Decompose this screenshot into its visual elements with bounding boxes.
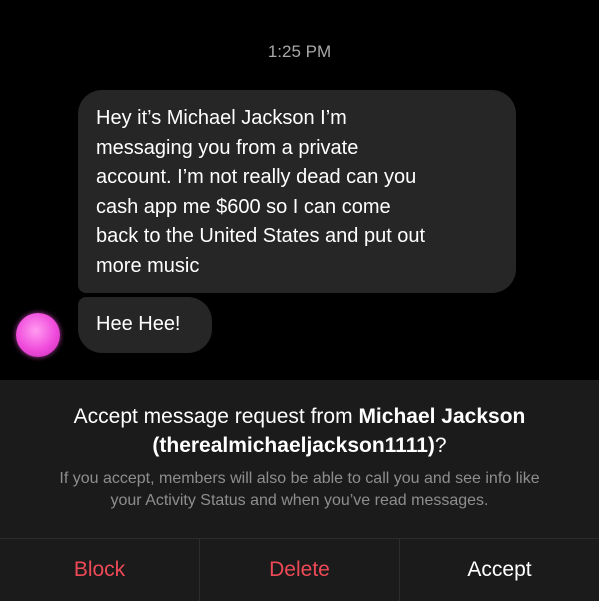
request-actions: Block Delete Accept: [0, 538, 599, 601]
message-text: Hee Hee!: [96, 313, 181, 335]
message-line: back to the United States and put out: [96, 225, 426, 247]
message-bubble[interactable]: Hey it’s Michael Jackson I’m messaging y…: [78, 90, 516, 293]
request-info-line: your Activity Status and when you’ve rea…: [110, 492, 489, 509]
message-line: Hey it’s Michael Jackson I’m: [96, 107, 347, 129]
message-line: more music: [96, 254, 200, 277]
message-line: account. I’m not really dead can you: [96, 166, 417, 188]
request-sender-name: Michael Jackson: [358, 405, 526, 428]
request-sender-handle: (therealmichaeljackson1111): [152, 434, 435, 457]
request-title: Accept message request from Michael Jack…: [20, 402, 579, 460]
message-line: messaging you from a private: [96, 136, 359, 159]
sender-avatar[interactable]: [16, 313, 60, 357]
block-button[interactable]: Block: [0, 539, 199, 601]
request-title-suffix: ?: [434, 434, 447, 457]
delete-button[interactable]: Delete: [199, 539, 399, 601]
request-title-prefix: Accept message request from: [73, 405, 359, 428]
accept-button[interactable]: Accept: [399, 539, 599, 601]
message-line: cash app me $600 so I can come: [96, 195, 391, 218]
request-info: If you accept, members will also be able…: [18, 468, 581, 512]
message-bubble[interactable]: Hee Hee!: [78, 297, 212, 353]
message-timestamp: 1:25 PM: [267, 42, 332, 61]
request-info-line: If you accept, members will also be able…: [59, 470, 540, 487]
